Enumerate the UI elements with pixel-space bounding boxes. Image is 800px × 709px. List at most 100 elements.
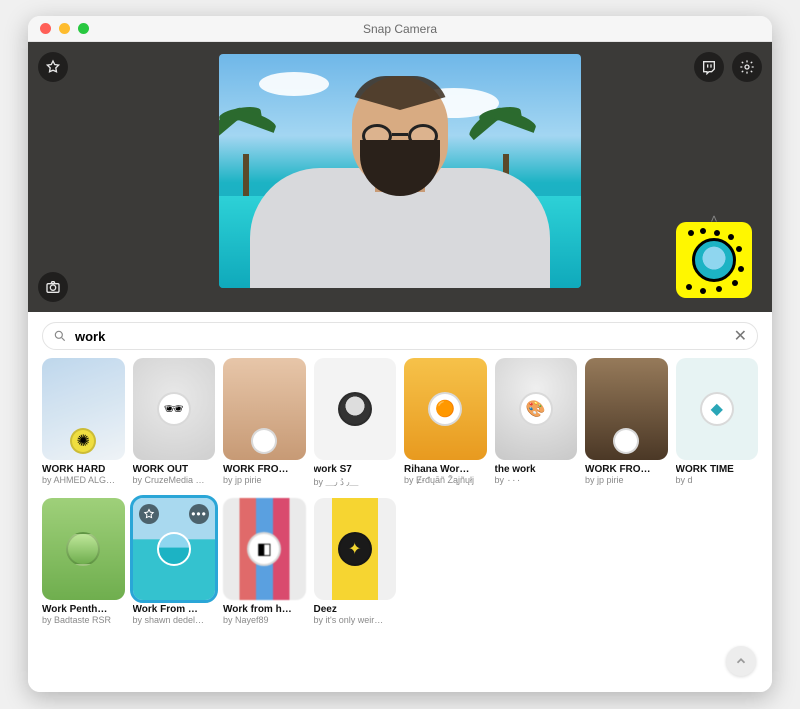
twitch-icon (701, 59, 717, 75)
lens-thumbnail[interactable]: 🕶 (133, 358, 216, 460)
lens-panel: ✕ ✺ WORK HARDby AHMED ALG… 🕶 WORK OUTby Cru… (28, 312, 772, 692)
lens-card[interactable]: WORK FRO…by jp pirie (223, 358, 306, 488)
lens-title: Work From … (133, 604, 216, 615)
lens-author: by d (676, 475, 759, 485)
flip-camera-button[interactable] (38, 272, 68, 302)
search-icon (53, 329, 67, 343)
lens-author: by ＿٫ دُ ٫＿ (314, 475, 397, 488)
lens-thumbnail[interactable] (585, 358, 668, 460)
lens-card[interactable]: ✦ Deezby it's only weir… (314, 498, 397, 625)
lens-author: by ٠٠٠ (495, 475, 578, 486)
lens-icon: ◆ (700, 392, 734, 426)
lens-title: Rihana Wor… (404, 464, 487, 475)
lens-card[interactable]: 🎨 the workby ٠٠٠ (495, 358, 578, 488)
video-area: ˄ (28, 42, 772, 312)
lens-title: WORK HARD (42, 464, 125, 475)
more-options-button[interactable]: ••• (189, 504, 209, 524)
window-minimize-button[interactable] (59, 23, 70, 34)
lens-author: by shawn dedel… (133, 615, 216, 625)
lens-grid: ✺ WORK HARDby AHMED ALG… 🕶 WORK OUTby Cruze… (42, 358, 758, 625)
lens-author: by Badtaste RSR (42, 615, 125, 625)
lens-card[interactable]: WORK FRO…by jp pirie (585, 358, 668, 488)
video-preview (219, 54, 581, 288)
lens-icon: 🟠 (428, 392, 462, 426)
lens-card[interactable]: ◆ WORK TIMEby d (676, 358, 759, 488)
snapcode-lens-icon (692, 238, 736, 282)
lens-author: by Nayef89 (223, 615, 306, 625)
scroll-to-top-button[interactable] (726, 646, 756, 676)
lens-icon: 🕶 (157, 392, 191, 426)
lens-caption: Deezby it's only weir… (314, 604, 397, 625)
lens-author: by jp pirie (585, 475, 668, 485)
lens-title: WORK OUT (133, 464, 216, 475)
lens-card[interactable]: ••• Work From …by shawn dedel… (133, 498, 216, 625)
window-title: Snap Camera (28, 22, 772, 36)
star-icon (143, 508, 155, 520)
search-bar[interactable]: ✕ (42, 322, 758, 350)
lens-icon (613, 428, 639, 454)
twitch-button[interactable] (694, 52, 724, 82)
chevron-up-icon (734, 654, 748, 668)
star-icon (45, 59, 61, 75)
lens-title: Deez (314, 604, 397, 615)
camera-icon (45, 279, 61, 295)
lens-title: Work from h… (223, 604, 306, 615)
lens-thumbnail[interactable]: ••• (133, 498, 216, 600)
lens-thumbnail[interactable]: ◧ (223, 498, 306, 600)
lens-card[interactable]: ◧ Work from h…by Nayef89 (223, 498, 306, 625)
app-window: Snap Camera (28, 16, 772, 692)
lens-thumbnail[interactable] (223, 358, 306, 460)
lens-thumbnail[interactable] (314, 358, 397, 460)
chevron-up-icon: ˄ (710, 212, 717, 226)
lens-author: by jp pirie (223, 475, 306, 485)
settings-button[interactable] (732, 52, 762, 82)
lens-thumbnail[interactable]: 🎨 (495, 358, 578, 460)
lens-icon: ◧ (247, 532, 281, 566)
lens-card[interactable]: Work Penth…by Badtaste RSR (42, 498, 125, 625)
lens-caption: WORK FRO…by jp pirie (585, 464, 668, 485)
lens-caption: WORK HARDby AHMED ALG… (42, 464, 125, 485)
lens-title: work S7 (314, 464, 397, 475)
lens-card[interactable]: 🟠 Rihana Wor…by Ɇɍđųāñ Žąjñųłj (404, 358, 487, 488)
lens-author: by it's only weir… (314, 615, 397, 625)
lens-title: WORK FRO… (223, 464, 306, 475)
favorite-toggle[interactable] (139, 504, 159, 524)
clear-search-button[interactable]: ✕ (734, 326, 747, 346)
lens-title: Work Penth… (42, 604, 125, 615)
lens-caption: Work Penth…by Badtaste RSR (42, 604, 125, 625)
titlebar: Snap Camera (28, 16, 772, 42)
lens-caption: WORK FRO…by jp pirie (223, 464, 306, 485)
lens-title: the work (495, 464, 578, 475)
lens-thumbnail[interactable]: ◆ (676, 358, 759, 460)
lens-author: by AHMED ALG… (42, 475, 125, 485)
lens-caption: WORK OUTby CruzeMedia … (133, 464, 216, 485)
lens-icon (157, 532, 191, 566)
lens-author: by Ɇɍđųāñ Žąjñųłj (404, 475, 487, 485)
person-preview (255, 78, 545, 288)
lens-caption: Work From …by shawn dedel… (133, 604, 216, 625)
window-zoom-button[interactable] (78, 23, 89, 34)
lens-caption: work S7by ＿٫ دُ ٫＿ (314, 464, 397, 488)
lens-icon (338, 392, 372, 426)
lens-thumbnail[interactable]: ✺ (42, 358, 125, 460)
lens-caption: Work from h…by Nayef89 (223, 604, 306, 625)
snapcode[interactable]: ˄ (676, 222, 752, 298)
lens-caption: the workby ٠٠٠ (495, 464, 578, 486)
search-input[interactable] (75, 329, 726, 344)
lens-card[interactable]: 🕶 WORK OUTby CruzeMedia … (133, 358, 216, 488)
lens-thumbnail[interactable] (42, 498, 125, 600)
lens-icon (66, 532, 100, 566)
lens-title: WORK TIME (676, 464, 759, 475)
window-close-button[interactable] (40, 23, 51, 34)
lens-icon: ✺ (70, 428, 96, 454)
favorites-button[interactable] (38, 52, 68, 82)
lens-caption: Rihana Wor…by Ɇɍđųāñ Žąjñųłj (404, 464, 487, 485)
lens-title: WORK FRO… (585, 464, 668, 475)
lens-thumbnail[interactable]: ✦ (314, 498, 397, 600)
lens-caption: WORK TIMEby d (676, 464, 759, 485)
lens-thumbnail[interactable]: 🟠 (404, 358, 487, 460)
lens-icon: 🎨 (519, 392, 553, 426)
lens-card[interactable]: ✺ WORK HARDby AHMED ALG… (42, 358, 125, 488)
lens-icon: ✦ (338, 532, 372, 566)
lens-card[interactable]: work S7by ＿٫ دُ ٫＿ (314, 358, 397, 488)
